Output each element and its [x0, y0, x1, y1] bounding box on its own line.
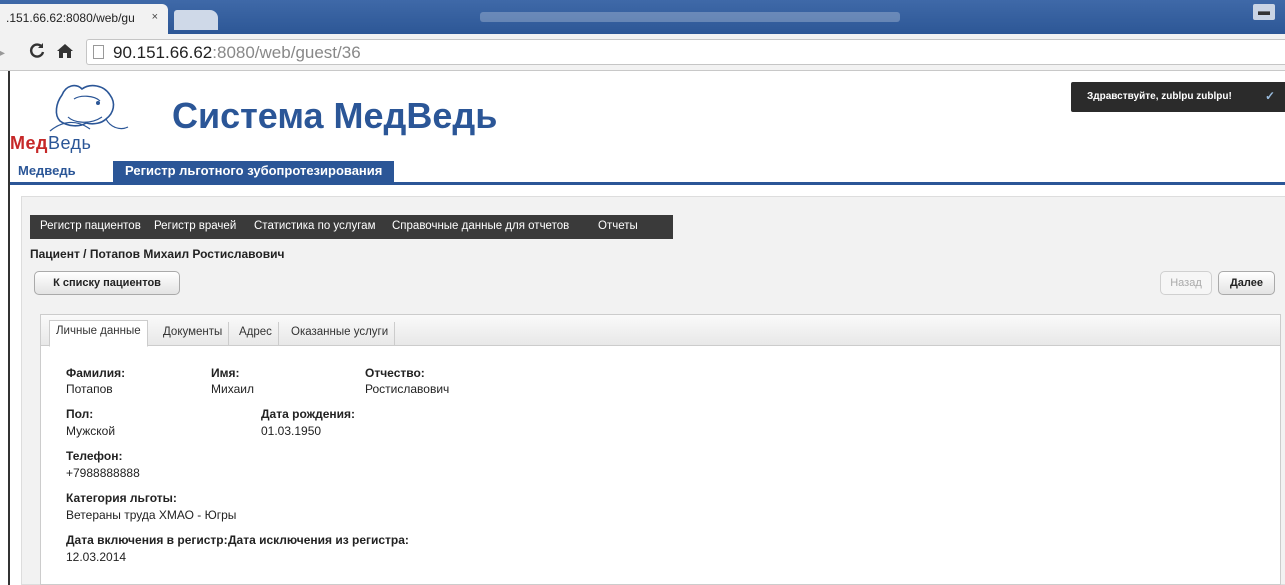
browser-tab[interactable]: .151.66.62:8080/web/gu × — [0, 4, 168, 34]
tab-personal-data[interactable]: Личные данные — [49, 320, 148, 347]
tab-bar: Личные данные Документы Адрес Оказанные … — [41, 315, 1280, 347]
logo-part-blue: Ведь — [47, 133, 92, 153]
logo-part-red: Мед — [10, 133, 48, 153]
first-name-value: Михаил — [211, 382, 254, 396]
address-bar[interactable]: 90.151.66.62:8080/web/guest/36 — [86, 39, 1285, 65]
browser-window: .151.66.62:8080/web/gu × ▬ ▸ 90.151.66.6… — [0, 0, 1285, 585]
first-name-label: Имя: — [211, 366, 240, 380]
submenu-reference-data[interactable]: Справочные данные для отчетов — [392, 220, 569, 232]
logo-wordmark: МедВедь — [10, 133, 91, 154]
back-button[interactable]: Назад — [1160, 271, 1212, 295]
breadcrumb: Пациент / Потапов Михаил Ростиславович — [30, 247, 285, 261]
gender-value: Мужской — [66, 424, 116, 438]
phone-value: +7988888888 — [66, 466, 140, 480]
next-button[interactable]: Далее — [1218, 271, 1275, 295]
url-path: :8080/web/guest/36 — [212, 43, 361, 62]
nav-item-medved[interactable]: Медведь — [10, 161, 84, 183]
phone-label: Телефон: — [66, 449, 123, 463]
last-name-value: Потапов — [66, 382, 113, 396]
submenu-doctors-registry[interactable]: Регистр врачей — [154, 220, 236, 232]
sub-menu: Регистр пациентов Регистр врачей Статист… — [30, 215, 673, 239]
forward-icon[interactable]: ▸ — [0, 42, 5, 63]
browser-toolbar: ▸ 90.151.66.62:8080/web/guest/36 — [0, 34, 1285, 71]
browser-tabstrip: .151.66.62:8080/web/gu × ▬ — [0, 0, 1285, 34]
url-host: 90.151.66.62 — [113, 43, 213, 62]
patronymic-label: Отчество: — [365, 366, 425, 380]
patronymic-value: Ростиславович — [365, 382, 450, 396]
gender-label: Пол: — [66, 407, 94, 421]
benefit-category-value: Ветераны труда ХМАО - Югры — [66, 508, 237, 522]
page-content: МедВедь Система МедВедь Здравствуйте, zu… — [8, 71, 1285, 585]
top-navigation: Медведь Регистр льготного зубопротезиров… — [10, 161, 1285, 185]
url-text[interactable]: 90.151.66.62:8080/web/guest/36 — [113, 43, 361, 63]
tab-documents[interactable]: Документы — [157, 322, 230, 346]
registry-included-label: Дата включения в регистр: — [66, 533, 228, 547]
close-icon[interactable]: × — [152, 11, 158, 23]
registry-included-value: 12.03.2014 — [66, 550, 127, 564]
home-icon[interactable] — [56, 42, 74, 65]
benefit-category-label: Категория льготы: — [66, 491, 177, 505]
site-title: Система МедВедь — [172, 95, 498, 136]
submenu-patients-registry[interactable]: Регистр пациентов — [40, 220, 141, 232]
nav-item-dental-registry[interactable]: Регистр льготного зубопротезирования — [113, 161, 395, 183]
dropdown-icon[interactable]: ✓ — [1265, 89, 1275, 103]
last-name-label: Фамилия: — [66, 366, 126, 380]
reload-icon[interactable] — [28, 42, 46, 65]
window-title-bar — [480, 12, 900, 22]
medved-logo[interactable]: МедВедь — [10, 77, 145, 153]
birth-date-value: 01.03.1950 — [261, 424, 322, 438]
minimize-icon[interactable]: ▬ — [1253, 4, 1275, 20]
birth-date-label: Дата рождения: — [261, 407, 356, 421]
user-menu-button[interactable]: Здравствуйте, zublpu zublpu! ✓ — [1071, 82, 1285, 112]
bear-icon — [49, 84, 129, 132]
submenu-services-stats[interactable]: Статистика по услугам — [254, 220, 376, 232]
patient-tabs: Личные данные Документы Адрес Оказанные … — [40, 314, 1281, 585]
back-to-list-button[interactable]: К списку пациентов — [34, 271, 180, 295]
registry-excluded-label: Дата исключения из регистра: — [228, 533, 409, 547]
tab-services[interactable]: Оказанные услуги — [285, 322, 396, 346]
submenu-reports[interactable]: Отчеты — [598, 220, 638, 232]
page-icon — [93, 45, 104, 59]
greeting-text: Здравствуйте, zublpu zublpu! — [1087, 91, 1232, 102]
tab-address[interactable]: Адрес — [233, 322, 279, 346]
new-tab-button[interactable] — [174, 10, 218, 30]
browser-tab-title: .151.66.62:8080/web/gu — [6, 11, 135, 25]
